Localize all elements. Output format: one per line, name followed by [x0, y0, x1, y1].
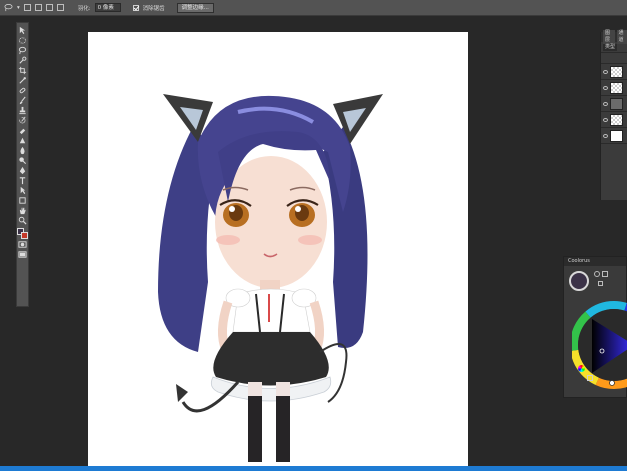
layer-row-background[interactable]	[601, 128, 627, 144]
visibility-eye-icon[interactable]	[603, 101, 608, 106]
folder-icon	[610, 97, 623, 110]
crop-tool-icon[interactable]	[18, 66, 27, 75]
blend-mode-row[interactable]	[601, 53, 627, 64]
background-color-swatch[interactable]	[21, 232, 28, 239]
visibility-eye-icon[interactable]	[603, 85, 608, 90]
layer-row[interactable]	[601, 64, 627, 80]
tab-channels[interactable]: 通道	[616, 30, 627, 44]
tab-layers[interactable]: 图层	[603, 30, 615, 44]
eyedropper-tool-icon[interactable]	[18, 76, 27, 85]
feather-input[interactable]: 0 像素	[94, 3, 121, 12]
visibility-eye-icon[interactable]	[603, 117, 608, 122]
color-panel-title[interactable]: Coolorus	[564, 257, 626, 266]
chibi-cat-girl-artwork	[158, 94, 383, 462]
layer-thumbnail	[610, 81, 623, 94]
color-swatches	[17, 228, 28, 240]
tools-panel	[16, 22, 29, 307]
add-selection-icon[interactable]	[34, 4, 42, 11]
blur-tool-icon[interactable]	[18, 146, 27, 155]
layer-group-row[interactable]	[601, 96, 627, 112]
type-tool-icon[interactable]	[18, 176, 27, 185]
options-bar: ▾ 羽化: 0 像素 消除锯齿 调整边缘...	[0, 0, 627, 16]
layers-panel-tabs: 图层 通道	[601, 30, 627, 44]
swap-icon[interactable]	[602, 271, 608, 277]
healing-brush-tool-icon[interactable]	[18, 86, 27, 95]
taskbar-strip	[0, 466, 627, 471]
settings-icon[interactable]	[587, 375, 593, 381]
pen-tool-icon[interactable]	[18, 166, 27, 175]
dodge-tool-icon[interactable]	[18, 156, 27, 165]
layer-thumbnail	[610, 129, 623, 142]
layer-row[interactable]	[601, 80, 627, 96]
mini-color-wheel-icon[interactable]	[578, 365, 585, 372]
color-wheel[interactable]	[572, 283, 627, 393]
antialias-checkbox[interactable]	[132, 4, 139, 11]
document-canvas[interactable]	[88, 32, 468, 471]
visibility-eye-icon[interactable]	[603, 69, 608, 74]
quick-mask-icon[interactable]	[18, 240, 27, 249]
lasso-tool-icon[interactable]	[18, 46, 27, 55]
visibility-eye-icon[interactable]	[603, 133, 608, 138]
tool-preset-arrow-icon[interactable]: ▾	[17, 5, 20, 11]
shape-tool-icon[interactable]	[18, 196, 27, 205]
layer-kind-filter[interactable]: 类型	[603, 43, 618, 51]
quick-select-tool-icon[interactable]	[18, 56, 27, 65]
marquee-tool-icon[interactable]	[18, 36, 27, 45]
color-mode-icon[interactable]	[594, 271, 600, 277]
history-brush-tool-icon[interactable]	[18, 116, 27, 125]
lasso-tool-icon[interactable]	[4, 3, 13, 12]
clone-stamp-tool-icon[interactable]	[18, 106, 27, 115]
layers-panel: 图层 通道 类型	[600, 30, 627, 200]
layer-thumbnail	[610, 113, 623, 126]
coolorus-color-panel: Coolorus	[563, 256, 627, 398]
eraser-tool-icon[interactable]	[18, 126, 27, 135]
subtract-selection-icon[interactable]	[45, 4, 53, 11]
move-tool-icon[interactable]	[18, 26, 27, 35]
feather-label: 羽化:	[77, 5, 91, 12]
refine-edge-button[interactable]: 调整边缘...	[176, 2, 214, 13]
screen-mode-icon[interactable]	[18, 250, 27, 259]
hand-tool-icon[interactable]	[18, 206, 27, 215]
path-select-tool-icon[interactable]	[18, 186, 27, 195]
intersect-selection-icon[interactable]	[56, 4, 64, 11]
antialias-label: 消除锯齿	[142, 5, 165, 12]
brush-tool-icon[interactable]	[18, 96, 27, 105]
layer-row[interactable]	[601, 112, 627, 128]
layer-thumbnail	[610, 65, 623, 78]
gradient-tool-icon[interactable]	[18, 136, 27, 145]
new-selection-icon[interactable]	[23, 4, 31, 11]
zoom-tool-icon[interactable]	[18, 216, 27, 225]
